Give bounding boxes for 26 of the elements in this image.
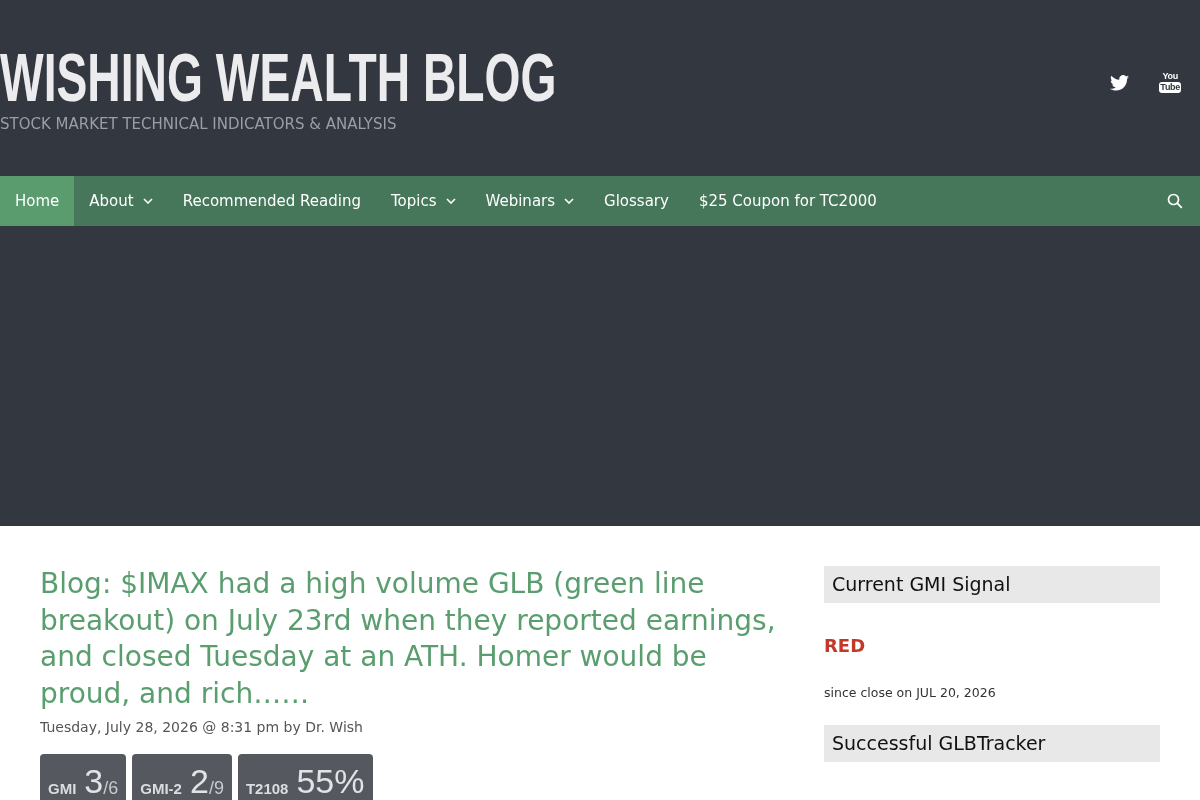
nav-link[interactable]: About bbox=[74, 176, 168, 226]
indicator-label: T2108 bbox=[245, 780, 289, 797]
post-meta: Tuesday, July 28, 2026 @ 8:31 pm by Dr. Wish bbox=[40, 718, 364, 737]
nav-link[interactable]: Home bbox=[0, 176, 75, 226]
nav-link[interactable]: Webinars bbox=[470, 176, 590, 226]
site-title[interactable]: WISHING WEALTH BLOG bbox=[0, 40, 557, 114]
indicator-label: GMI-2 bbox=[140, 780, 182, 797]
signal-status: RED bbox=[824, 634, 867, 658]
search-icon[interactable] bbox=[1167, 193, 1183, 209]
nav-link[interactable]: $25 Coupon for TC2000 bbox=[683, 176, 892, 226]
widget-title: Successful GLBTracker bbox=[824, 725, 1160, 762]
indicator-total: /6 bbox=[103, 778, 119, 799]
indicator-total: /9 bbox=[208, 778, 224, 799]
author-link[interactable]: Dr. Wish bbox=[305, 719, 363, 735]
indicator-value: 2 bbox=[189, 764, 209, 798]
site-tagline: STOCK MARKET TECHNICAL INDICATORS & ANALYSIS bbox=[0, 114, 397, 135]
nav-link[interactable]: Recommended Reading bbox=[167, 176, 376, 226]
post-title[interactable]: Blog: $IMAX had a high volume GLB (green line breakout) on July 23rd when they reported earnings, and closed Tuesday at an ATH. Homer would be proud, and rich…… bbox=[40, 566, 790, 712]
signal-date: since close on JUL 20, 2026 bbox=[824, 684, 997, 702]
indicator-value: 3 bbox=[84, 764, 104, 798]
bird-icon[interactable] bbox=[1110, 74, 1130, 91]
indicator-label: GMI bbox=[48, 780, 77, 797]
nav-link[interactable]: Glossary bbox=[589, 176, 684, 226]
indicator-value: 55% bbox=[296, 764, 365, 798]
widget-title: Current GMI Signal bbox=[824, 566, 1160, 603]
nav-link[interactable]: Topics bbox=[375, 176, 471, 226]
